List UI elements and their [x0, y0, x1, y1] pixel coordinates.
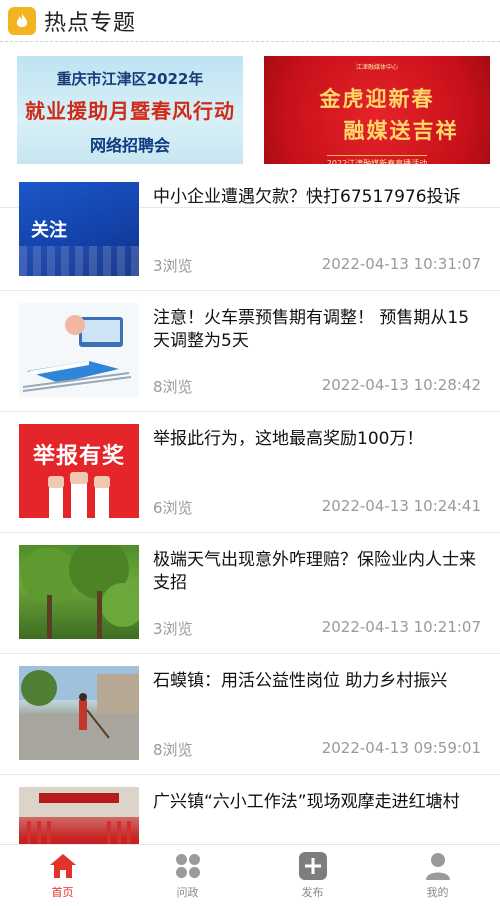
banner-line: 融媒送吉祥 [343, 119, 459, 143]
tab-label: 发布 [301, 885, 324, 899]
home-icon [49, 852, 77, 880]
tab-home[interactable]: 首页 [0, 845, 125, 906]
news-thumbnail: 关注 [19, 182, 139, 276]
banner-line: 就业援助月暨春风行动 [25, 99, 235, 123]
page-title: 热点专题 [44, 10, 137, 36]
tab-label: 问政 [176, 885, 199, 899]
view-count: 6浏览 [153, 499, 193, 517]
news-title[interactable]: 极端天气出现意外咋理赔？保险业内人士来支招 [153, 549, 481, 595]
news-thumbnail [19, 666, 139, 760]
flame-icon [8, 6, 36, 35]
view-count: 8浏览 [153, 378, 193, 396]
tab-profile[interactable]: 我的 [375, 845, 500, 906]
bottom-tab-bar: 首页 问政 发布 我的 [0, 844, 500, 906]
news-thumbnail [19, 303, 139, 397]
tab-inquiry[interactable]: 问政 [125, 845, 250, 906]
publish-time: 2022-04-13 10:28:42 [321, 376, 481, 394]
tab-publish[interactable]: 发布 [250, 845, 375, 906]
view-count: 3浏览 [153, 620, 193, 638]
news-list[interactable]: 关注 中小企业遭遇欠款？快打67517976投诉 3浏览 2022-04-13 … [0, 170, 500, 844]
raised-fists-illustration [48, 472, 110, 518]
thumbnail-text: 关注 [31, 220, 67, 241]
grid-icon [174, 852, 202, 880]
publish-time: 2022-04-13 09:59:01 [321, 739, 481, 757]
banner-line: 网络招聘会 [89, 136, 170, 155]
view-count: 3浏览 [153, 257, 193, 275]
list-item[interactable]: 石蟆镇：用活公益性岗位 助力乡村振兴 8浏览 2022-04-13 09:59:… [0, 654, 500, 775]
plus-icon [298, 851, 327, 880]
user-icon [424, 852, 452, 880]
banner-line: 2022江津融媒新春直播活动 [326, 155, 428, 164]
publish-time: 2022-04-13 10:31:07 [321, 255, 481, 273]
banner-job-fair[interactable]: 重庆市江津区2022年 就业援助月暨春风行动 网络招聘会 [17, 56, 243, 164]
news-title[interactable]: 广兴镇“六小工作法”现场观摩走进红塘村 [153, 791, 481, 814]
street-cleaning-photo [19, 666, 139, 760]
tab-label: 首页 [51, 885, 74, 899]
banner-logo-text: 江津融媒体中心 [355, 64, 398, 71]
list-item[interactable]: 关注 中小企业遭遇欠款？快打67517976投诉 3浏览 2022-04-13 … [0, 170, 500, 291]
news-title[interactable]: 中小企业遭遇欠款？快打67517976投诉 [153, 186, 481, 209]
list-item[interactable]: 举报有奖 举报此行为，这地最高奖励100万！ 6浏览 2022-04-13 10… [0, 412, 500, 533]
tab-label: 我的 [426, 885, 449, 899]
list-item[interactable]: 注意！火车票预售期有调整！ 预售期从15天调整为5天 8浏览 2022-04-1… [0, 291, 500, 412]
banner-line: 重庆市江津区2022年 [56, 70, 204, 88]
news-title[interactable]: 举报此行为，这地最高奖励100万！ [153, 428, 481, 451]
publish-time: 2022-04-13 10:24:41 [321, 497, 481, 515]
news-title[interactable]: 注意！火车票预售期有调整！ 预售期从15天调整为5天 [153, 307, 481, 353]
list-item[interactable]: 广兴镇“六小工作法”现场观摩走进红塘村 [0, 775, 500, 844]
list-item[interactable]: 极端天气出现意外咋理赔？保险业内人士来支招 3浏览 2022-04-13 10:… [0, 533, 500, 654]
news-thumbnail [19, 545, 139, 639]
page-header: 热点专题 [0, 0, 500, 42]
meeting-photo [19, 787, 139, 844]
news-thumbnail [19, 787, 139, 844]
banner-line: 金虎迎新春 [319, 87, 435, 111]
news-title[interactable]: 石蟆镇：用活公益性岗位 助力乡村振兴 [153, 670, 481, 693]
train-illustration [19, 303, 139, 397]
publish-time: 2022-04-13 10:21:07 [321, 618, 481, 636]
news-thumbnail: 举报有奖 [19, 424, 139, 518]
view-count: 8浏览 [153, 741, 193, 759]
banner-new-year[interactable]: 江津融媒体中心 金虎迎新春 融媒送吉祥 2022江津融媒新春直播活动 [264, 56, 490, 164]
trees-photo [21, 545, 139, 639]
thumbnail-skyline [19, 246, 139, 276]
